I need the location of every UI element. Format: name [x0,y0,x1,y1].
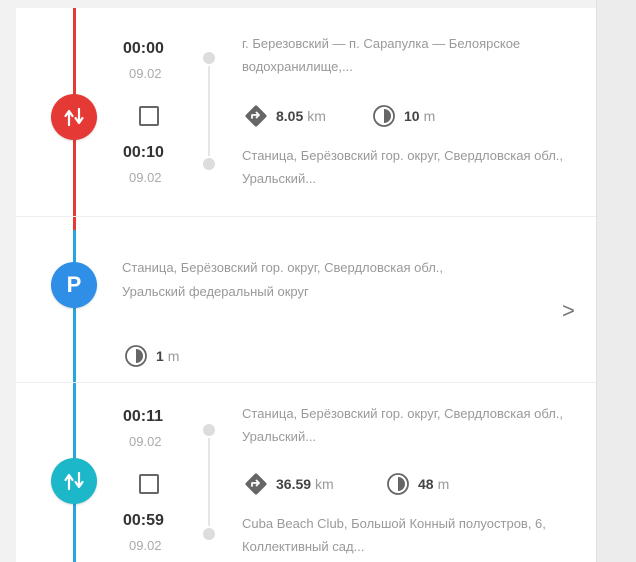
trip-1-start-date: 09.02 [129,66,162,81]
divider [16,382,596,383]
trip-1-marker [51,94,97,140]
map-area[interactable] [596,0,636,562]
trip-2-start-date: 09.02 [129,434,162,449]
trip-2-to-address: Cuba Beach Club, Большой Конный полуостр… [242,516,546,554]
trip-1-end-date: 09.02 [129,170,162,185]
trip-2-duration-unit: m [437,476,450,492]
trip-1-duration-unit: m [423,108,436,124]
trip-1-distance-value: 8.05 [276,108,304,124]
route-arrows-icon [64,471,84,491]
timer-icon [386,472,410,496]
parking-address: Станица, Берёзовский гор. округ, Свердло… [122,260,444,299]
parking-duration-unit: m [167,348,180,364]
distance-diamond-icon [244,472,268,496]
trip-1-end-time: 00:10 [123,144,164,161]
trip-1-from-address: г. Березовский — п. Сарапулка — Белоярск… [242,36,521,74]
route-arrows-icon [64,107,84,127]
timer-icon [372,104,396,128]
trip-2-distance-unit: km [315,476,334,492]
trip-2-end-dot [203,528,215,540]
parking-duration-value: 1 [156,348,164,364]
trip-1-distance: 8.05 km [244,104,326,128]
trip-2-distance-value: 36.59 [276,476,312,492]
parking-duration: 1 m [124,344,179,368]
trip-2-start-dot [203,424,215,436]
timer-icon [124,344,148,368]
trips-panel: 00:00 09.02 00:10 09.02 г. Березовский —… [16,8,596,562]
divider [16,216,596,217]
trip-2-end-date: 09.02 [129,538,162,553]
trip-1-connector [208,66,210,156]
trip-1-duration-value: 10 [404,108,420,124]
trip-2-end-time: 00:59 [123,512,164,529]
trip-2-from-address: Станица, Берёзовский гор. округ, Свердло… [242,406,564,444]
parking-icon: P [66,272,82,297]
trip-1-start-dot [203,52,215,64]
distance-diamond-icon [244,104,268,128]
trip-2-marker [51,458,97,504]
trip-1-end-dot [203,158,215,170]
trip-2-duration: 48 m [386,472,449,496]
trip-1-duration: 10 m [372,104,435,128]
chevron-right-icon[interactable]: > [562,298,575,324]
trip-2-checkbox[interactable] [139,474,159,494]
trip-1-start-time: 00:00 [123,40,164,57]
trip-2-connector [208,438,210,526]
parking-marker: P [51,262,97,308]
trip-2-start-time: 00:11 [123,408,164,425]
trip-1-to-address: Станица, Берёзовский гор. округ, Свердло… [242,148,564,186]
trip-2-duration-value: 48 [418,476,434,492]
trip-2-distance: 36.59 km [244,472,334,496]
trip-1-checkbox[interactable] [139,106,159,126]
trip-1-distance-unit: km [307,108,326,124]
